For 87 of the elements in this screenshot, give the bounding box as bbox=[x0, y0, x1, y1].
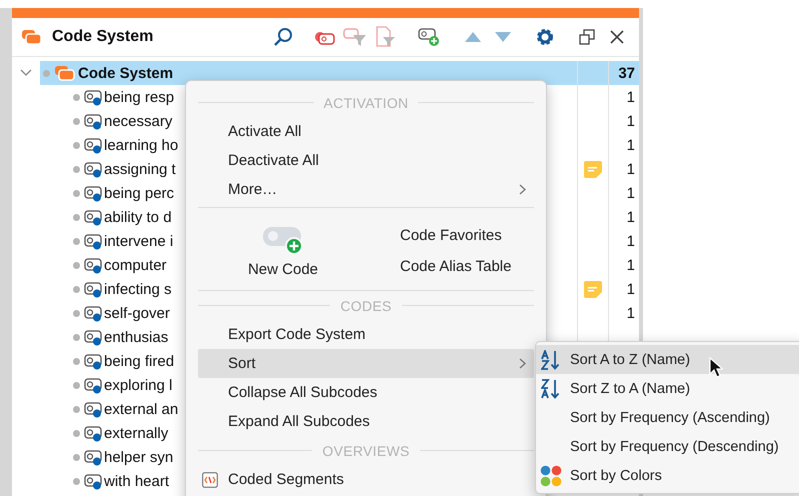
status-dot-icon bbox=[72, 454, 80, 460]
count: 1 bbox=[626, 304, 635, 322]
count: 37 bbox=[618, 64, 635, 82]
code-icon bbox=[84, 88, 102, 106]
menu-item[interactable]: Code Alias Table bbox=[400, 258, 512, 275]
code-icon bbox=[84, 328, 102, 346]
count: 1 bbox=[626, 256, 635, 274]
status-dot-icon bbox=[72, 94, 80, 100]
status-dot-icon bbox=[42, 70, 50, 76]
status-dot-icon bbox=[72, 382, 80, 388]
code-icon bbox=[84, 136, 102, 154]
menu-item[interactable]: Code Favorites bbox=[400, 227, 512, 244]
menu-item[interactable]: Activate All bbox=[198, 117, 534, 146]
color-dots-icon bbox=[540, 464, 562, 486]
status-dot-icon bbox=[72, 238, 80, 244]
menu-section-heading: CODES bbox=[340, 298, 392, 314]
menu-item[interactable]: Sort A to Z (Name) bbox=[536, 345, 799, 374]
triangle-down-icon bbox=[494, 31, 512, 43]
chevron-right-icon bbox=[519, 358, 526, 369]
status-dot-icon bbox=[72, 166, 80, 172]
code-icon bbox=[84, 256, 102, 274]
close-icon bbox=[610, 30, 624, 44]
menu-item[interactable]: Collapse All Subcodes bbox=[198, 378, 534, 407]
status-dot-icon bbox=[72, 142, 80, 148]
chevron-right-icon bbox=[519, 184, 526, 195]
code-system-icon bbox=[22, 29, 42, 45]
search-icon bbox=[273, 27, 293, 47]
status-dot-icon bbox=[72, 190, 80, 196]
menu-item[interactable]: Export Code System bbox=[198, 320, 534, 349]
status-dot-icon bbox=[72, 358, 80, 364]
status-dot-icon bbox=[72, 430, 80, 436]
code-icon bbox=[84, 376, 102, 394]
code-icon bbox=[84, 448, 102, 466]
code-icon bbox=[84, 472, 102, 490]
mouse-cursor-icon bbox=[709, 357, 723, 379]
status-dot-icon bbox=[72, 214, 80, 220]
status-dot-icon bbox=[72, 310, 80, 316]
menu-item[interactable]: More… bbox=[198, 175, 534, 204]
new-code-tile[interactable]: New Code bbox=[198, 212, 368, 290]
document-filter-icon bbox=[374, 26, 396, 48]
menu-section-heading: ACTIVATION bbox=[324, 94, 408, 110]
count: 1 bbox=[626, 88, 635, 106]
code-icon bbox=[84, 208, 102, 226]
code-filter-icon bbox=[343, 27, 367, 47]
tree-item[interactable]: Code System bbox=[78, 64, 577, 82]
panel-title: Code System bbox=[52, 28, 154, 46]
status-dot-icon bbox=[72, 406, 80, 412]
status-dot-icon bbox=[72, 262, 80, 268]
windows-icon bbox=[578, 28, 596, 46]
code-icon bbox=[84, 232, 102, 250]
status-dot-icon bbox=[72, 118, 80, 124]
menu-item[interactable]: Expand All Subcodes bbox=[198, 407, 534, 436]
menu-item[interactable]: Sort Z to A (Name) bbox=[536, 374, 799, 403]
code-icon bbox=[84, 352, 102, 370]
count: 1 bbox=[626, 136, 635, 154]
coded-segments-icon bbox=[202, 472, 218, 488]
menu-item[interactable]: Deactivate All bbox=[198, 146, 534, 175]
status-dot-icon bbox=[72, 334, 80, 340]
menu-section-heading: OVERVIEWS bbox=[322, 442, 410, 458]
count: 1 bbox=[626, 112, 635, 130]
code-icon bbox=[84, 424, 102, 442]
code-add-icon bbox=[263, 224, 303, 254]
menu-item[interactable]: Sort bbox=[198, 349, 534, 378]
count: 1 bbox=[626, 280, 635, 298]
code-add-icon bbox=[418, 27, 440, 47]
triangle-up-icon bbox=[464, 31, 482, 43]
status-dot-icon bbox=[72, 286, 80, 292]
code-icon bbox=[84, 400, 102, 418]
count: 1 bbox=[626, 208, 635, 226]
menu-item[interactable]: Coded Segments bbox=[198, 465, 534, 494]
count: 1 bbox=[626, 184, 635, 202]
code-icon bbox=[84, 184, 102, 202]
count: 1 bbox=[626, 160, 635, 178]
expand-chevron-icon[interactable] bbox=[20, 69, 32, 77]
status-dot-icon bbox=[72, 478, 80, 484]
menu-item[interactable]: Sort by Frequency (Ascending) bbox=[536, 403, 799, 432]
code-icon bbox=[84, 304, 102, 322]
code-system-icon bbox=[55, 65, 75, 81]
settings-icon bbox=[535, 27, 555, 47]
sort-descending-icon bbox=[541, 378, 561, 398]
code-icon bbox=[84, 112, 102, 130]
menu-item[interactable]: Sort by Colors bbox=[536, 461, 799, 490]
code-icon bbox=[84, 160, 102, 178]
menu-item[interactable]: Sort by Frequency (Descending) bbox=[536, 432, 799, 461]
code-icon bbox=[84, 280, 102, 298]
count: 1 bbox=[626, 232, 635, 250]
sort-ascending-icon bbox=[541, 350, 561, 370]
